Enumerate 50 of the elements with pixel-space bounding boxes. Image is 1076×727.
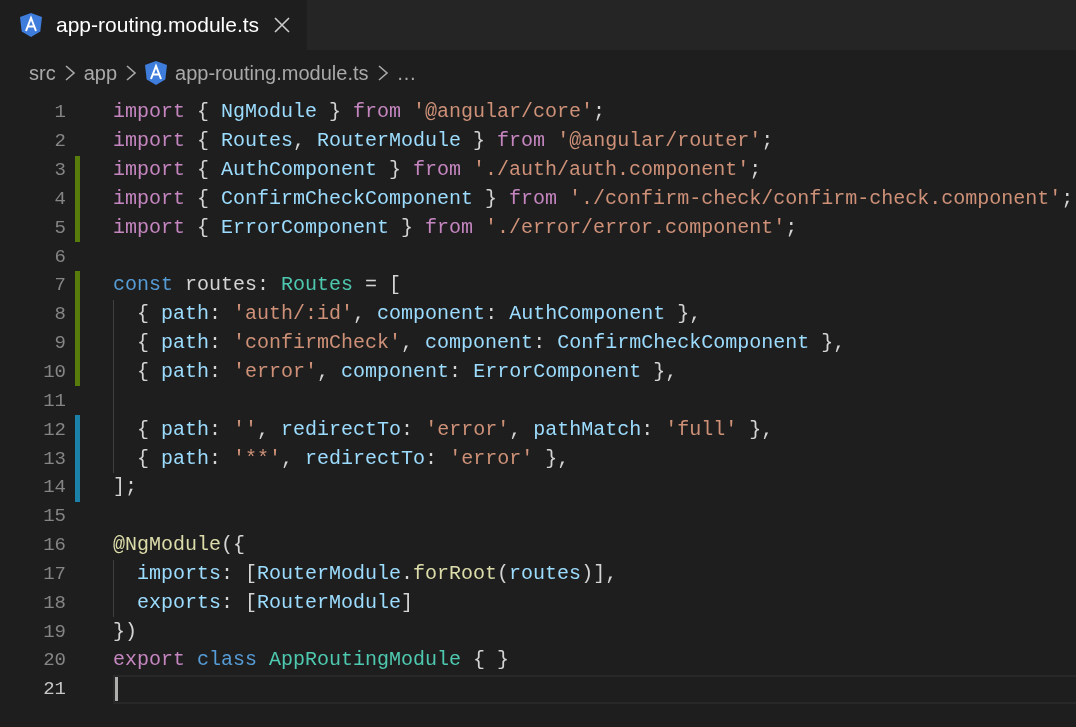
line-number: 11 [42, 388, 66, 413]
code-line: export class AppRoutingModule { } [113, 647, 510, 674]
line-number: 4 [53, 186, 66, 211]
line-number: 3 [53, 158, 66, 183]
code-line: import { NgModule } from '@angular/core'; [113, 99, 606, 126]
line-number: 21 [42, 677, 66, 702]
code-line: { path: '', redirectTo: 'error', pathMatch: 'full' }, [137, 416, 774, 443]
line-number: 12 [42, 417, 66, 442]
code-line: imports: [RouterModule.forRoot(routes)], [137, 560, 618, 587]
line-number: 2 [53, 129, 66, 154]
line-number: 13 [42, 446, 66, 471]
line-number: 18 [42, 590, 66, 615]
code-line: { path: 'auth/:id', component: AuthComponent }, [137, 301, 702, 328]
line-number: 6 [53, 244, 66, 269]
line-number: 17 [42, 561, 66, 586]
line-number: 20 [42, 648, 66, 673]
code-line: const routes: Routes = [ [113, 272, 402, 299]
text-cursor [115, 677, 118, 702]
breadcrumb-item[interactable]: app [83, 61, 118, 85]
breadcrumb-item[interactable]: src [29, 61, 56, 85]
code-line: { path: 'error', component: ErrorComponent }, [137, 359, 678, 385]
angular-icon [145, 61, 168, 85]
line-number: 8 [53, 302, 66, 327]
line-number: 7 [53, 273, 66, 298]
code-line: exports: [RouterModule] [137, 589, 414, 616]
line-number: 14 [42, 475, 66, 500]
code-line: import { ErrorComponent } from './error/error.component'; [113, 214, 798, 241]
line-number: 10 [42, 360, 66, 384]
code-line: { path: '**', redirectTo: 'error' }, [137, 445, 570, 472]
code-line: import { AuthComponent } from './auth/auth.component'; [113, 157, 762, 184]
chevron-icon [63, 64, 76, 82]
code-line: ]; [113, 474, 137, 501]
editor-tab[interactable]: app-routing.module.ts [0, 0, 308, 50]
chevron-icon [376, 64, 389, 82]
breadcrumb-item[interactable]: app-routing.module.ts [175, 61, 369, 85]
code-line: }) [113, 618, 137, 645]
line-number: 9 [53, 331, 66, 356]
close-icon[interactable] [273, 16, 292, 34]
line-number: 5 [53, 215, 66, 240]
breadcrumb-item[interactable]: … [396, 61, 417, 85]
angular-icon [20, 13, 42, 37]
line-number: 16 [42, 533, 66, 558]
chevron-icon [125, 64, 138, 82]
code-line: import { Routes, RouterModule } from '@angular/router'; [113, 128, 774, 155]
code-line: import { ConfirmCheckComponent } from './confirm-check/confirm-check.component'; [113, 185, 1074, 212]
line-number: 19 [42, 619, 66, 644]
code-line: { path: 'confirmCheck', component: ConfirmCheckComponent }, [137, 330, 846, 357]
code-line: @NgModule({ [113, 532, 246, 559]
line-number: 1 [53, 100, 66, 125]
line-number: 15 [42, 504, 66, 529]
